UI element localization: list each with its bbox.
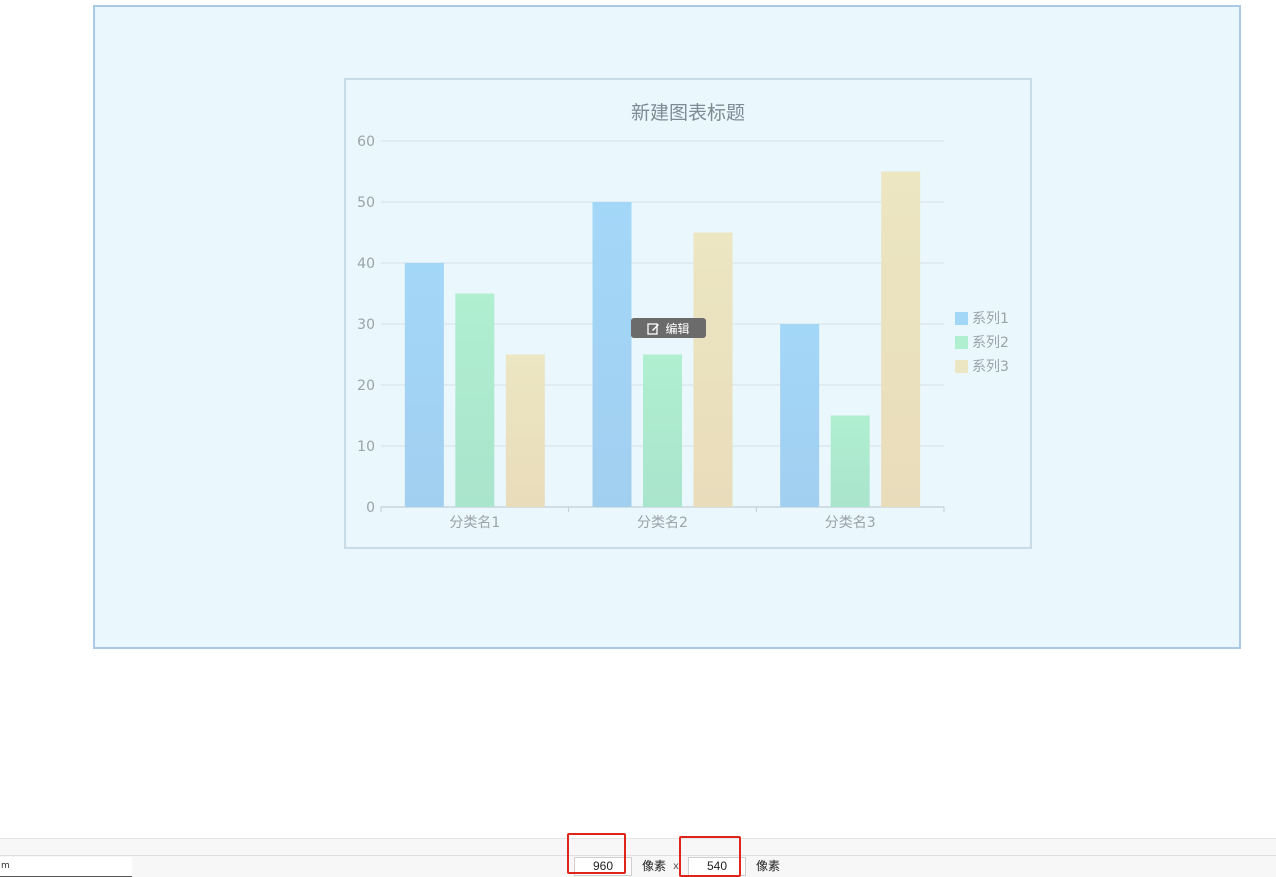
x-tick-label: 分类名3 (825, 515, 876, 531)
y-tick-label: 0 (366, 500, 375, 516)
height-unit-label: 像素 (756, 859, 781, 873)
bar-3-1[interactable] (505, 354, 545, 508)
x-tick-label: 分类名2 (637, 515, 688, 531)
bar-2-2[interactable] (643, 354, 682, 508)
bar-1-1[interactable] (404, 263, 444, 507)
bottom-toolbar (0, 839, 1276, 877)
y-tick-label: 20 (357, 378, 375, 394)
legend-swatch (955, 360, 968, 373)
bar-chart[interactable]: 新建图表标题 0 10 20 30 40 50 60 分类名1 分类名2 分类名3 系列1 系列2 系… (0, 0, 1276, 877)
bar-2-1[interactable] (455, 293, 495, 508)
x-tick-label: 分类名1 (449, 515, 500, 531)
legend-label: 系列3 (972, 359, 1009, 375)
legend-swatch (955, 336, 968, 349)
y-tick-label: 40 (357, 256, 375, 272)
edit-button[interactable]: 编辑 (631, 318, 706, 338)
y-tick-label: 50 (357, 195, 375, 211)
bottom-bar-inner-divider (0, 855, 1276, 856)
bar-1-3[interactable] (780, 324, 820, 507)
y-tick-label: 60 (357, 134, 375, 150)
bar-3-3[interactable] (881, 171, 921, 508)
legend-label: 系列1 (972, 311, 1009, 327)
y-tick-label: 10 (357, 439, 375, 455)
width-highlight-box (567, 833, 626, 874)
bar-1-2[interactable] (592, 202, 632, 507)
left-field[interactable]: m (0, 857, 132, 877)
height-highlight-box (679, 836, 741, 877)
legend-label: 系列2 (972, 335, 1009, 351)
bar-3-2[interactable] (693, 232, 733, 508)
width-unit-label: 像素 (642, 859, 667, 873)
legend-swatch (955, 312, 968, 325)
y-tick-label: 30 (357, 317, 375, 333)
edit-icon (647, 322, 660, 335)
bar-2-3[interactable] (830, 415, 870, 508)
edit-button-label: 编辑 (665, 321, 690, 336)
chart-title: 新建图表标题 (631, 102, 745, 124)
